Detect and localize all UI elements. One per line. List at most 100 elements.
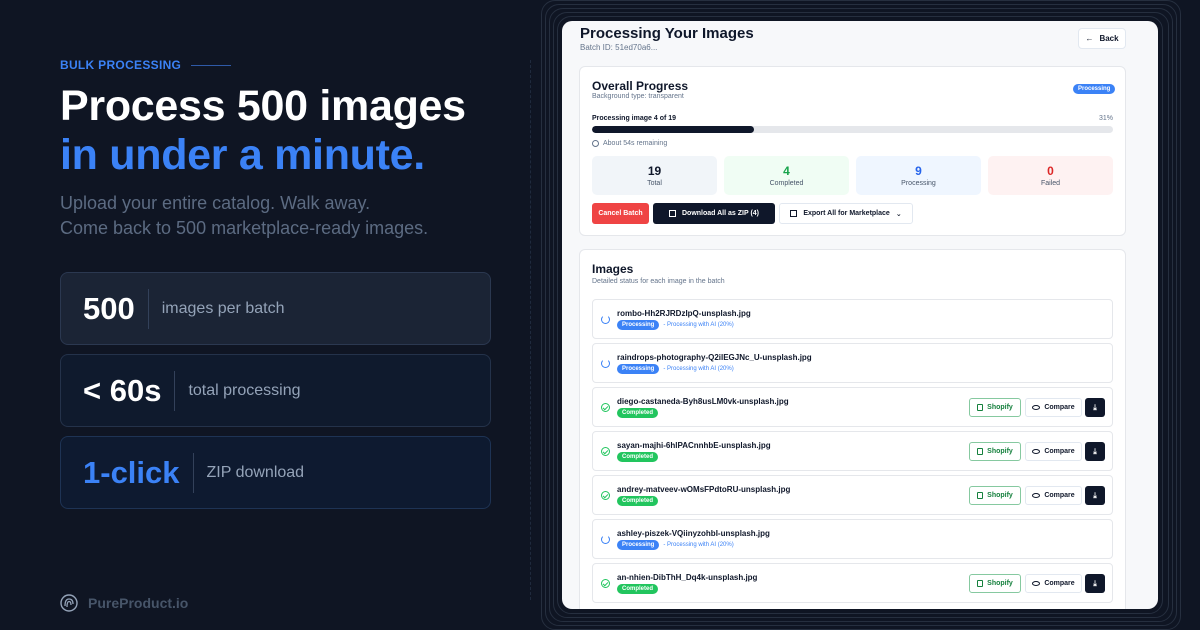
compare-button[interactable]: Compare <box>1025 486 1082 505</box>
image-row: raindrops-photography-Q2ilEGJNc_U-unspla… <box>592 343 1113 383</box>
status-note: - Processing with AI (20%) <box>663 542 734 548</box>
tile-label: Failed <box>1040 180 1061 187</box>
check-circle-icon <box>601 491 610 500</box>
download-icon: ⤓ <box>1093 490 1097 500</box>
status-note: - Processing with AI (20%) <box>663 366 734 372</box>
row-status: Processing - Processing with AI (20%) <box>617 364 734 374</box>
brand-name: PureProduct.io <box>88 595 189 611</box>
back-button[interactable]: ← Back <box>1078 28 1126 49</box>
status-badge: Completed <box>617 584 659 594</box>
package-icon <box>668 210 676 217</box>
stat-divider <box>174 370 176 411</box>
status-note: - Processing with AI (20%) <box>663 322 734 328</box>
download-button[interactable]: ⤓ <box>1085 574 1105 593</box>
tile-value: 0 <box>1047 164 1054 178</box>
status-badge: Completed <box>617 408 659 418</box>
status-badge: Processing <box>617 364 660 374</box>
download-button[interactable]: ⤓ <box>1085 442 1105 461</box>
arrow-left-icon: ← <box>1085 34 1094 43</box>
images-subtitle: Detailed status for each image in the ba… <box>592 278 725 285</box>
compare-button[interactable]: Compare <box>1025 398 1082 417</box>
image-row: rombo-Hh2RJRDzIpQ-unsplash.jpg Processing… <box>592 299 1113 339</box>
eta: About 54s remaining <box>592 140 667 147</box>
shopify-button[interactable]: Shopify <box>969 574 1021 593</box>
chevron-down-icon: ⌄ <box>895 210 902 218</box>
compare-label: Compare <box>1044 448 1075 455</box>
image-row: andrey-matveev-wOMsFPdtoRU-unsplash.jpg C… <box>592 475 1113 515</box>
row-status: Completed <box>617 584 659 594</box>
check-circle-icon <box>601 447 610 456</box>
overall-progress-title: Overall Progress <box>592 79 689 93</box>
stat-value: < 60s <box>83 372 162 408</box>
status-badge: Processing <box>1073 84 1116 94</box>
headline: Process 500 images in under a minute. <box>60 82 466 180</box>
shopify-button[interactable]: Shopify <box>969 442 1021 461</box>
headline-line-2: in under a minute. <box>60 131 425 179</box>
compare-label: Compare <box>1044 404 1075 411</box>
page-title: Processing Your Images <box>580 25 754 42</box>
file-name: ashley-piszek-VQiinyzohbI-unsplash.jpg <box>617 529 770 538</box>
eye-icon <box>1032 449 1041 454</box>
eyebrow-text: BULK PROCESSING <box>60 58 182 72</box>
progress-label: Processing image 4 of 19 <box>592 115 677 122</box>
app-screenshot: Processing Your Images Batch ID: 51ed70a… <box>562 21 1158 609</box>
compare-button[interactable]: Compare <box>1025 574 1082 593</box>
stat-label: images per batch <box>161 299 285 317</box>
file-name: rombo-Hh2RJRDzIpQ-unsplash.jpg <box>617 309 751 318</box>
file-name: an-nhien-DibThH_Dq4k-unsplash.jpg <box>617 573 758 582</box>
eye-icon <box>1032 581 1041 586</box>
shopify-button[interactable]: Shopify <box>969 398 1021 417</box>
row-status: Processing - Processing with AI (20%) <box>617 540 734 550</box>
stat-value: 1-click <box>83 454 180 490</box>
subheadline: Upload your entire catalog. Walk away. C… <box>60 191 428 241</box>
eta-text: About 54s remaining <box>603 140 668 147</box>
file-name: andrey-matveev-wOMsFPdtoRU-unsplash.jpg <box>617 485 791 494</box>
stat-label: ZIP download <box>206 463 305 481</box>
stat-tile-processing: 9 Processing <box>856 156 981 195</box>
progress-bar-fill <box>592 126 754 133</box>
images-title: Images <box>592 262 634 276</box>
stat-card-processing-time: < 60s total processing <box>60 354 491 427</box>
download-zip-button[interactable]: Download All as ZIP (4) <box>653 203 775 224</box>
compare-button[interactable]: Compare <box>1025 442 1082 461</box>
download-button[interactable]: ⤓ <box>1085 398 1105 417</box>
package-icon <box>790 210 798 217</box>
column-divider <box>530 60 531 600</box>
download-icon: ⤓ <box>1093 402 1097 412</box>
image-row: ashley-piszek-VQiinyzohbI-unsplash.jpg Pr… <box>592 519 1113 559</box>
status-badge: Processing <box>617 540 660 550</box>
stat-tile-completed: 4 Completed <box>724 156 849 195</box>
shopping-bag-icon <box>977 448 984 455</box>
check-circle-icon <box>601 403 610 412</box>
file-name: sayan-majhi-6hlPACnnhbE-unsplash.jpg <box>617 441 771 450</box>
check-circle-icon <box>601 579 610 588</box>
download-icon: ⤓ <box>1093 446 1097 456</box>
image-row: an-nhien-DibThH_Dq4k-unsplash.jpg Complet… <box>592 563 1113 603</box>
brand: PureProduct.io <box>60 594 188 612</box>
export-marketplace-label: Export All for Marketplace <box>803 210 890 217</box>
image-row: diego-castaneda-Byh8usLM0vk-unsplash.jpg… <box>592 387 1113 427</box>
stat-divider <box>147 288 149 329</box>
stat-card-batch-size: 500 images per batch <box>60 272 491 345</box>
eyebrow: BULK PROCESSING <box>60 58 232 72</box>
shopping-bag-icon <box>977 404 984 411</box>
cancel-batch-button[interactable]: Cancel Batch <box>592 203 649 224</box>
shopify-button[interactable]: Shopify <box>969 486 1021 505</box>
batch-id: Batch ID: 51ed70a6... <box>580 43 658 52</box>
stat-tile-total: 19 Total <box>592 156 717 195</box>
stat-label: total processing <box>188 381 301 399</box>
status-badge: Completed <box>617 452 659 462</box>
eye-icon <box>1032 493 1041 498</box>
eye-icon <box>1032 405 1041 410</box>
export-marketplace-button[interactable]: Export All for Marketplace ⌄ <box>779 203 913 224</box>
tile-label: Processing <box>901 180 936 187</box>
shopping-bag-icon <box>977 492 984 499</box>
spinner-icon <box>601 535 610 544</box>
tile-value: 4 <box>783 164 790 178</box>
compare-label: Compare <box>1044 492 1075 499</box>
download-button[interactable]: ⤓ <box>1085 486 1105 505</box>
stat-value: 500 <box>83 290 135 326</box>
file-name: diego-castaneda-Byh8usLM0vk-unsplash.jpg <box>617 397 789 406</box>
tile-value: 19 <box>647 164 662 178</box>
back-label: Back <box>1099 34 1119 43</box>
